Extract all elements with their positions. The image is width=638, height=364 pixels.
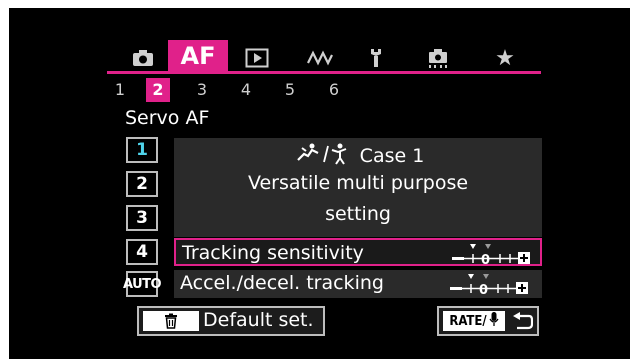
rate-key-label: RATE/ — [449, 313, 487, 329]
tab-af[interactable]: AF — [168, 40, 228, 72]
svg-text:0: 0 — [481, 253, 490, 266]
page-4[interactable]: 4 — [234, 78, 258, 102]
case-1-button[interactable]: 1 — [126, 137, 158, 163]
rate-voice-memo-button[interactable]: RATE/ — [437, 306, 539, 336]
tab-af-label: AF — [180, 42, 216, 70]
tab-setup[interactable] — [355, 44, 397, 72]
tab-my-menu[interactable]: ★ — [484, 44, 526, 72]
case-description-panel: Case 1 Versatile multi purpose setting — [174, 138, 542, 237]
tab-wireless[interactable] — [299, 44, 341, 72]
custom-function-icon — [426, 47, 450, 69]
camera-icon — [132, 49, 154, 67]
tab-strip-underline — [107, 71, 541, 74]
accel-decel-tracking-row[interactable]: Accel./decel. tracking 0 — [174, 270, 542, 298]
microphone-icon — [489, 311, 499, 331]
star-icon: ★ — [495, 45, 515, 71]
case-description-line-1: Versatile multi purpose — [247, 172, 469, 194]
tab-shooting[interactable] — [122, 44, 164, 72]
case-title: Case 1 — [359, 145, 425, 167]
case-4-button[interactable]: 4 — [126, 239, 158, 265]
tab-custom-functions[interactable] — [417, 44, 459, 72]
case-title-row: Case 1 — [174, 142, 542, 170]
default-set-button[interactable]: Default set. — [137, 306, 325, 336]
case-3-button[interactable]: 3 — [126, 205, 158, 231]
case-description-line-2: setting — [325, 203, 391, 225]
tracking-sensitivity-row[interactable]: Tracking sensitivity 0 — [174, 238, 542, 268]
sensitivity-scale-icon: 0 — [448, 242, 534, 268]
setting-label: Tracking sensitivity — [182, 242, 364, 264]
case-2-button[interactable]: 2 — [126, 171, 158, 197]
wrench-icon — [367, 48, 385, 68]
sports-tracking-icon — [292, 142, 354, 171]
accel-scale-icon: 0 — [446, 272, 532, 298]
tab-playback[interactable] — [236, 44, 278, 72]
page-6[interactable]: 6 — [322, 78, 346, 102]
section-title: Servo AF — [125, 107, 210, 129]
setting-label: Accel./decel. tracking — [180, 272, 384, 294]
playback-icon — [245, 48, 269, 68]
svg-text:0: 0 — [479, 283, 488, 296]
return-icon — [511, 312, 534, 336]
case-auto-button[interactable]: AUTO — [123, 271, 162, 297]
rate-key: RATE/ — [443, 311, 505, 331]
page-3[interactable]: 3 — [190, 78, 214, 102]
default-set-label: Default set. — [203, 309, 314, 331]
wave-icon — [306, 49, 334, 67]
page-1[interactable]: 1 — [108, 78, 132, 102]
page-2[interactable]: 2 — [146, 78, 170, 102]
trash-icon — [143, 311, 199, 331]
page-5[interactable]: 5 — [278, 78, 302, 102]
camera-menu-screen: AF ★ 1 2 3 4 5 6 Servo AF 1 2 3 4 AUTO C… — [9, 8, 630, 359]
